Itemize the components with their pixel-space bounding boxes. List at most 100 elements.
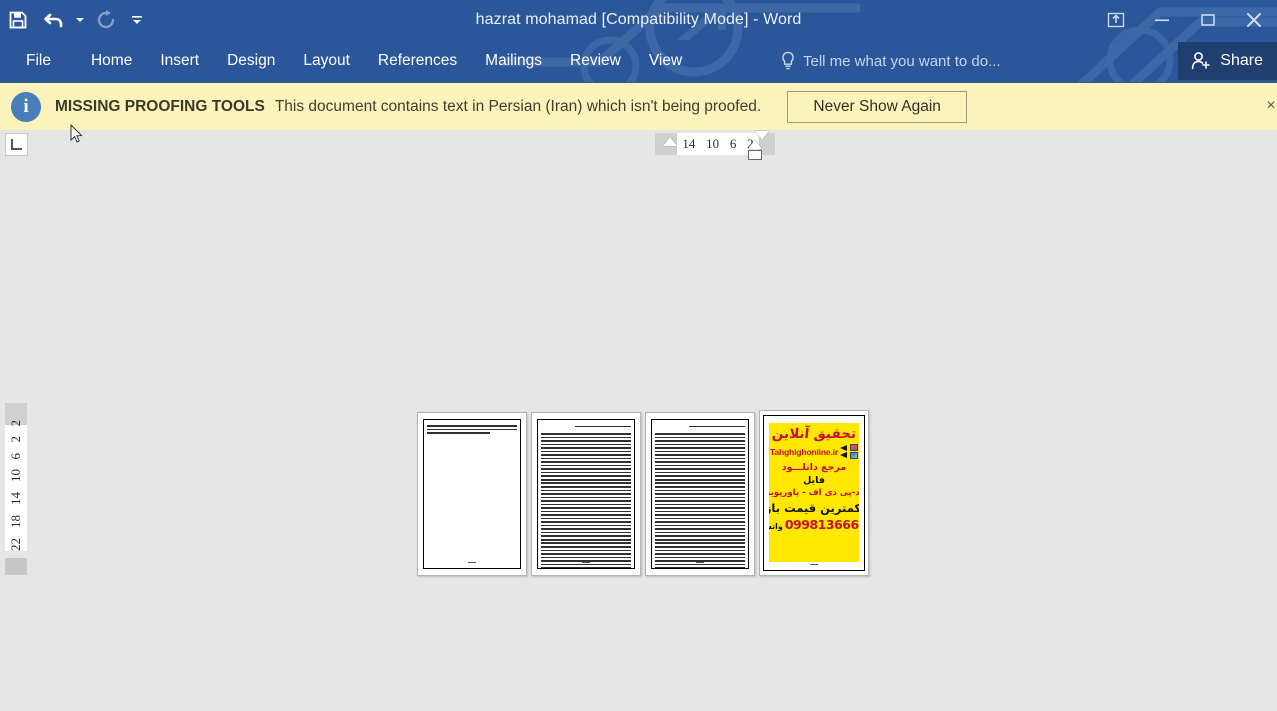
save-button[interactable] — [0, 4, 36, 36]
notification-title: MISSING PROOFING TOOLS — [55, 97, 265, 115]
title-bar: hazrat mohamad [Compatibility Mode] - Wo… — [0, 0, 1277, 40]
page-thumbnail-4[interactable]: تحقیق آنلاین Tahghighonline.ir مرجع دانل… — [759, 410, 869, 576]
vruler-tick-14: 14 — [8, 492, 23, 505]
page-thumbnail-1[interactable] — [417, 412, 527, 576]
first-line-indent-marker[interactable] — [663, 137, 677, 146]
close-button[interactable] — [1231, 3, 1277, 37]
share-button[interactable]: Share — [1178, 42, 1277, 80]
hruler-tick-14: 14 — [682, 136, 696, 151]
proofing-notification-bar: i MISSING PROOFING TOOLS This document c… — [0, 82, 1277, 130]
ribbon-tabs: File Home Insert Design Layout Reference… — [0, 40, 696, 82]
page-3-footer — [652, 562, 748, 563]
ad-url[interactable]: Tahghighonline.ir — [770, 447, 838, 457]
tab-file[interactable]: File — [0, 40, 77, 82]
page-1-content — [423, 419, 521, 569]
vruler-tick-18: 18 — [8, 515, 23, 528]
titlebar-decoration — [596, 0, 1277, 40]
tab-review[interactable]: Review — [556, 40, 635, 82]
restore-button[interactable] — [1185, 3, 1231, 37]
share-label: Share — [1220, 52, 1263, 69]
undo-icon — [44, 13, 63, 28]
customize-qat-button[interactable] — [124, 4, 150, 36]
vertical-ruler[interactable]: 22 18 14 10 6 2 2 — [5, 403, 27, 575]
redo-icon — [97, 10, 115, 29]
ad-url-row: Tahghighonline.ir — [770, 444, 859, 460]
tab-stop-selector-button[interactable] — [5, 133, 28, 156]
undo-dropdown-button[interactable] — [72, 4, 88, 36]
page-4-content: تحقیق آنلاین Tahghighonline.ir مرجع دانل… — [763, 415, 865, 571]
ad-phone-row: 09981366624 واتساپ — [769, 517, 859, 532]
ad-line-3: ورد-پی دی اف - پاورپوینت — [769, 488, 859, 499]
undo-button[interactable] — [36, 4, 72, 36]
page-3-content — [651, 419, 749, 569]
chevron-down-icon — [132, 16, 142, 24]
tell-me-search[interactable]: Tell me what you want to do... — [780, 40, 1001, 82]
tab-references[interactable]: References — [364, 40, 471, 82]
page-thumbnail-3[interactable] — [645, 412, 755, 576]
vruler-tick-2: 2 — [8, 436, 23, 443]
arrow-left-icon — [840, 445, 848, 459]
notification-message: This document contains text in Persian (… — [274, 97, 762, 115]
page-3-header — [655, 426, 745, 429]
redo-button[interactable] — [88, 4, 124, 36]
ribbon-display-options-button[interactable] — [1093, 3, 1139, 37]
tab-insert[interactable]: Insert — [146, 40, 213, 82]
page-2-footer — [538, 562, 634, 563]
minimize-icon — [1155, 19, 1169, 22]
tell-me-placeholder: Tell me what you want to do... — [803, 52, 1001, 70]
page-2-header — [541, 426, 631, 429]
ad-phone-number: 09981366624 — [784, 517, 859, 533]
hanging-indent-marker[interactable] — [748, 140, 762, 149]
lightbulb-icon — [782, 51, 794, 70]
ad-line-2: فایل — [803, 475, 825, 487]
vruler-tick-6: 6 — [8, 452, 23, 460]
restore-icon — [1201, 14, 1215, 26]
hruler-tick-6: 6 — [729, 136, 737, 151]
page-thumbnail-2[interactable] — [531, 412, 641, 576]
vruler-tick-10: 10 — [8, 469, 23, 482]
app-icon-blue — [850, 452, 859, 460]
horizontal-ruler[interactable]: 14 10 6 2 — [655, 131, 775, 160]
page-3-text — [655, 433, 745, 568]
info-icon: i — [11, 91, 41, 122]
save-icon — [9, 11, 27, 29]
ad-title: تحقیق آنلاین — [771, 426, 857, 442]
left-indent-marker[interactable] — [748, 150, 762, 160]
vruler-tick-22: 22 — [8, 538, 23, 551]
page-4-footer — [764, 564, 864, 565]
tab-view[interactable]: View — [635, 40, 696, 82]
app-icon-pink — [850, 444, 859, 452]
page-1-footer — [424, 562, 520, 563]
minimize-button[interactable] — [1139, 3, 1185, 37]
window-title: hazrat mohamad [Compatibility Mode] - Wo… — [475, 11, 802, 28]
ribbon-tab-bar: File Home Insert Design Layout Reference… — [0, 40, 1277, 82]
ad-line-4: با کمترین قیمت بازار — [769, 501, 859, 516]
notification-close-icon[interactable]: × — [1261, 96, 1277, 116]
ad-whatsapp-label: واتساپ — [769, 522, 783, 532]
vertical-ruler-ticks: 22 18 14 10 6 2 2 — [5, 403, 27, 563]
window-controls — [1093, 0, 1277, 40]
ad-line-1: مرجع دانلـــود — [781, 462, 847, 474]
never-show-again-button[interactable]: Never Show Again — [787, 90, 968, 123]
right-indent-marker[interactable] — [755, 131, 769, 140]
chevron-down-icon — [76, 18, 84, 22]
page-2-content — [537, 419, 635, 569]
horizontal-ruler-ticks: 14 10 6 2 — [677, 133, 759, 155]
hruler-tick-10: 10 — [706, 136, 720, 151]
advertisement-block: تحقیق آنلاین Tahghighonline.ir مرجع دانل… — [769, 423, 859, 562]
ribbon-display-icon — [1107, 12, 1125, 28]
vruler-tick-extra-2: 2 — [8, 419, 23, 427]
page-1-text — [427, 425, 517, 436]
tab-layout[interactable]: Layout — [289, 40, 364, 82]
page-2-text — [541, 433, 631, 568]
tab-home[interactable]: Home — [77, 40, 146, 82]
word-window: hazrat mohamad [Compatibility Mode] - Wo… — [0, 0, 1277, 711]
left-tab-stop-icon — [11, 139, 22, 150]
quick-access-toolbar — [0, 0, 150, 40]
tab-mailings[interactable]: Mailings — [471, 40, 556, 82]
app-icons — [850, 444, 859, 460]
close-icon — [1247, 13, 1261, 27]
page-thumbnails: تحقیق آنلاین Tahghighonline.ir مرجع دانل… — [417, 409, 869, 576]
tab-design[interactable]: Design — [213, 40, 289, 82]
share-person-icon — [1192, 52, 1211, 70]
